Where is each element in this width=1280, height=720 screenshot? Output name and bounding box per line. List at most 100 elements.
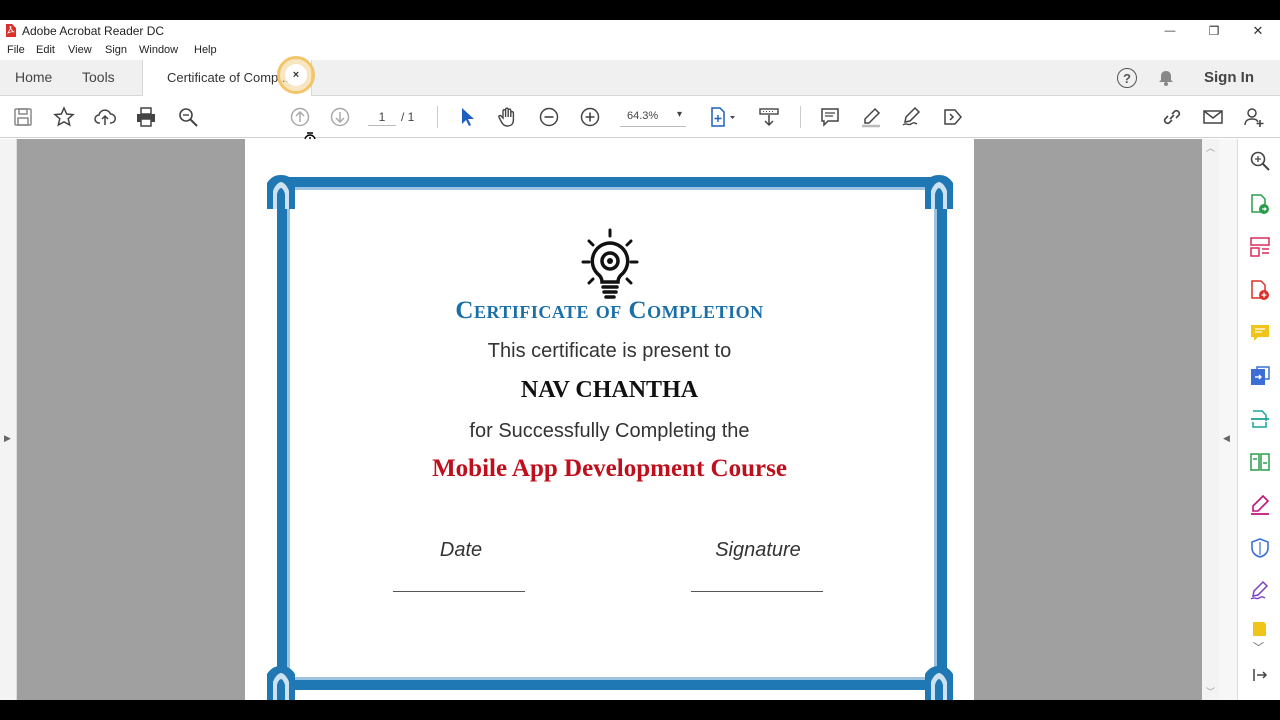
tab-home[interactable]: Home — [15, 69, 52, 85]
collapse-right-icon: ◀ — [1223, 433, 1230, 443]
menu-view[interactable]: View — [68, 44, 92, 56]
document-tab-label: Certificate of Comp... — [167, 70, 290, 85]
zoom-out-button[interactable] — [536, 104, 562, 130]
date-label: Date — [439, 539, 483, 561]
fit-page-icon — [711, 107, 735, 127]
email-button[interactable] — [1200, 104, 1226, 130]
next-page-button[interactable] — [327, 104, 353, 130]
bookmark-button[interactable] — [51, 104, 77, 130]
hand-tool-button[interactable] — [495, 104, 521, 130]
pdf-page: Certificate of Completion This certifica… — [245, 139, 974, 700]
comment-icon — [1251, 325, 1269, 341]
mail-icon — [1203, 110, 1223, 124]
scroll-down-icon[interactable]: ﹀ — [1206, 685, 1215, 698]
collapse-panel-icon[interactable] — [1252, 667, 1268, 683]
close-icon: ✕ — [1252, 23, 1264, 38]
main-toolbar: / 1 64.3% ▾ — [0, 96, 1280, 146]
help-icon[interactable]: ? — [1117, 68, 1137, 88]
left-panel-toggle[interactable]: ▶ — [0, 139, 17, 700]
upload-button[interactable] — [92, 104, 118, 130]
fill-sign-icon — [1250, 580, 1269, 600]
compare-icon — [1250, 453, 1270, 471]
close-icon: × — [285, 64, 307, 86]
fill-sign-icon — [902, 106, 921, 126]
find-button[interactable] — [175, 104, 201, 130]
menu-bar: File Edit View Sign Window Help — [0, 42, 1280, 60]
comment-button[interactable] — [817, 104, 843, 130]
comment-icon — [821, 108, 839, 127]
protect-shield-icon — [1251, 538, 1269, 558]
save-icon — [14, 108, 32, 126]
share-tool-icon — [944, 109, 962, 125]
more-tools-icon — [1253, 622, 1266, 636]
zoom-level-value: 64.3% — [627, 110, 659, 122]
share-tool-button[interactable] — [940, 104, 966, 130]
page-number-input[interactable] — [368, 108, 396, 126]
link-icon — [1163, 109, 1181, 125]
tool-send-for-review[interactable] — [1248, 364, 1272, 388]
zoom-in-button[interactable] — [577, 104, 603, 130]
menu-edit[interactable]: Edit — [36, 44, 55, 56]
tool-organize-pages[interactable] — [1248, 235, 1272, 259]
page-total: / 1 — [401, 110, 415, 124]
acrobat-logo-icon — [6, 24, 16, 37]
page-up-icon — [290, 107, 310, 127]
create-pdf-icon — [1251, 280, 1269, 300]
menu-sign[interactable]: Sign — [105, 44, 127, 56]
certificate-subtitle: This certificate is present to — [487, 340, 732, 362]
highlight-button[interactable] — [858, 104, 884, 130]
tool-compare[interactable] — [1248, 450, 1272, 474]
bell-icon[interactable] — [1157, 69, 1175, 87]
certificate-title: Certificate of Completion — [455, 297, 764, 324]
close-window-button[interactable]: ✕ — [1236, 20, 1280, 42]
tool-edit-pdf[interactable] — [1248, 493, 1272, 517]
zoom-out-icon — [539, 107, 559, 127]
signature-label: Signature — [715, 539, 801, 561]
scroll-mode-icon — [759, 108, 779, 127]
fill-sign-button[interactable] — [899, 104, 925, 130]
tool-comment[interactable] — [1248, 321, 1272, 345]
course-name: Mobile App Development Course — [432, 455, 787, 482]
menu-help[interactable]: Help — [194, 44, 217, 56]
add-user-button[interactable] — [1241, 104, 1267, 130]
minimize-button[interactable]: — — [1148, 20, 1192, 42]
hand-icon — [498, 107, 515, 127]
page-down-icon — [330, 107, 350, 127]
bookmark-star-icon — [53, 106, 75, 127]
tool-export-pdf[interactable] — [1248, 192, 1272, 216]
acrobat-window: Adobe Acrobat Reader DC — ❐ ✕ File Edit … — [0, 20, 1280, 700]
tool-enhance-scans[interactable] — [1248, 149, 1272, 173]
expand-left-icon: ▶ — [4, 433, 11, 443]
save-button[interactable] — [10, 104, 36, 130]
recipient-name: NAV CHANTHA — [520, 377, 699, 403]
print-icon — [137, 107, 155, 127]
fit-page-button[interactable] — [706, 104, 738, 130]
tool-more[interactable] — [1248, 622, 1272, 636]
tool-fill-sign[interactable] — [1248, 579, 1272, 603]
share-link-button[interactable] — [1159, 104, 1185, 130]
tool-scan[interactable] — [1248, 407, 1272, 431]
restore-icon: ❐ — [1208, 24, 1220, 38]
menu-file[interactable]: File — [7, 44, 25, 56]
menu-window[interactable]: Window — [139, 44, 178, 56]
vertical-scrollbar[interactable]: ︿ ﹀ — [1202, 139, 1219, 700]
tab-close-button[interactable]: × — [277, 56, 315, 94]
restore-button[interactable]: ❐ — [1192, 20, 1236, 42]
print-button[interactable] — [133, 104, 159, 130]
sign-in-link[interactable]: Sign In — [1204, 69, 1254, 86]
chevron-down-icon[interactable]: ﹀ — [1253, 639, 1264, 655]
toolbar-divider — [437, 106, 438, 128]
scroll-mode-button[interactable] — [756, 104, 782, 130]
send-for-review-icon — [1251, 366, 1270, 385]
previous-page-button[interactable] — [287, 104, 313, 130]
select-tool-button[interactable] — [454, 104, 480, 130]
minimize-icon: — — [1164, 25, 1176, 37]
tool-protect[interactable] — [1248, 536, 1272, 560]
scroll-up-icon[interactable]: ︿ — [1206, 141, 1215, 154]
date-line — [393, 591, 525, 592]
tab-tools[interactable]: Tools — [82, 69, 115, 85]
right-panel-toggle[interactable]: ◀ — [1219, 139, 1237, 700]
tool-create-pdf[interactable] — [1248, 278, 1272, 302]
window-title: Adobe Acrobat Reader DC — [22, 24, 165, 38]
zoom-level-select[interactable]: 64.3% ▾ — [620, 107, 686, 127]
